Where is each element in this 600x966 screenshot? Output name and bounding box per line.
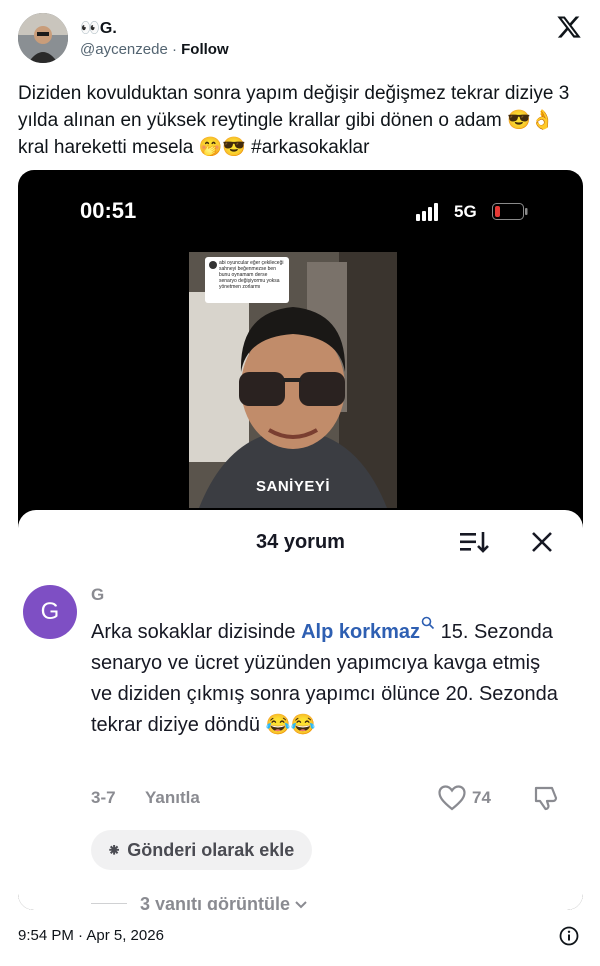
comment-date: 3-7 xyxy=(91,788,116,807)
post-as-label: Gönderi olarak ekle xyxy=(127,840,295,860)
question-sticker: abi oyuncular eğer çekileceği sahneyi be… xyxy=(205,257,289,303)
post-as-button[interactable]: ⁕ Gönderi olarak ekle xyxy=(91,830,313,870)
info-icon[interactable] xyxy=(559,926,579,946)
comment-text-before: Arka sokaklar dizisinde xyxy=(91,621,302,643)
search-icon xyxy=(421,616,435,630)
reply-button[interactable]: Yanıtla xyxy=(145,788,200,808)
video-frame[interactable]: abi oyuncular eğer çekileceği sahneyi be… xyxy=(189,252,397,508)
sparkle-icon: ⁕ xyxy=(107,841,122,860)
hashtag-link[interactable]: #arkasokaklar xyxy=(251,137,369,158)
comments-count-title: 34 yorum xyxy=(256,531,345,553)
author-name[interactable]: 👀G. xyxy=(80,18,117,38)
author-handle-line: @aycenzede · Follow xyxy=(80,41,229,58)
follow-button[interactable]: Follow xyxy=(181,41,229,58)
tweet-text: Diziden kovulduktan sonra yapım değişir … xyxy=(18,80,584,161)
chevron-down-icon xyxy=(295,901,307,909)
comments-sheet: 34 yorum G G Arka sokaklar dizisinde Alp… xyxy=(18,510,583,910)
sticker-text: abi oyuncular eğer çekileceği sahneyi be… xyxy=(219,260,284,290)
video-caption: SANİYEYİ xyxy=(255,478,331,495)
separator: · xyxy=(167,41,182,58)
heart-icon[interactable] xyxy=(438,785,466,811)
sort-icon[interactable] xyxy=(460,530,490,554)
network-label: 5G xyxy=(454,202,477,221)
author-avatar[interactable] xyxy=(18,13,68,63)
sticker-avatar-dot xyxy=(209,261,217,269)
dislike-icon[interactable] xyxy=(532,785,560,811)
comment-text: Arka sokaklar dizisinde Alp korkmaz 15. … xyxy=(91,616,561,741)
replies-divider xyxy=(91,903,127,904)
commenter-avatar[interactable]: G xyxy=(23,585,77,639)
signal-icon xyxy=(416,203,438,221)
battery-icon xyxy=(492,203,528,220)
status-time: 00:51 xyxy=(80,198,137,223)
mention-link[interactable]: Alp korkmaz xyxy=(301,616,435,643)
like-count: 74 xyxy=(472,788,491,807)
avatar-photo xyxy=(18,13,68,63)
close-icon[interactable] xyxy=(530,530,554,554)
media-card[interactable]: 00:51 5G abi oyuncular eğer çekileceği s… xyxy=(18,170,583,910)
tweet-timestamp[interactable]: 9:54 PM · Apr 5, 2026 xyxy=(18,927,164,944)
x-logo-icon[interactable] xyxy=(556,14,582,40)
view-replies-label: 3 yanıtı görüntüle xyxy=(140,894,291,910)
commenter-username[interactable]: G xyxy=(91,585,104,605)
author-handle[interactable]: @aycenzede xyxy=(80,41,168,58)
view-replies-button[interactable]: 3 yanıtı görüntüle xyxy=(140,894,308,910)
mention-link-label: Alp korkmaz xyxy=(301,621,421,643)
